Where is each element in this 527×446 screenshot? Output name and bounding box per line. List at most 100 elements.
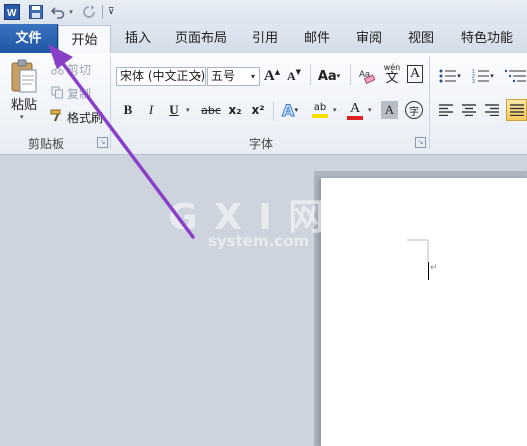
font-name-combo[interactable]: 宋体 (中文正文) ▾ <box>116 67 206 86</box>
align-center-button[interactable] <box>460 101 478 119</box>
clear-formatting-button[interactable]: Aa <box>358 65 376 85</box>
align-right-icon <box>485 104 499 116</box>
copy-button[interactable]: 复制 <box>67 85 91 102</box>
font-color-dropdown-icon[interactable]: ▾ <box>368 106 372 114</box>
bullets-button[interactable]: ▾ <box>437 67 463 85</box>
tab-file[interactable]: 文件 <box>0 24 58 53</box>
chevron-down-icon: ▾ <box>294 106 298 114</box>
chevron-down-icon: ▾ <box>336 72 341 80</box>
character-shading-icon: A <box>384 102 395 117</box>
cut-button[interactable]: 剪切 <box>67 61 91 78</box>
paste-label[interactable]: 粘贴 <box>11 94 37 113</box>
ribbon-tabs: 文件 开始 插入 页面布局 引用 邮件 审阅 视图 特色功能 <box>0 24 527 54</box>
font-inner-divider <box>273 101 274 121</box>
word-icon[interactable]: W <box>3 3 20 20</box>
paste-button[interactable] <box>6 57 42 97</box>
grow-arrow-icon: ▲ <box>274 68 281 76</box>
clipboard-launcher-icon[interactable]: ↘ <box>97 137 108 148</box>
font-size-value: 五号 <box>211 69 236 83</box>
bold-button[interactable]: B <box>120 101 136 119</box>
numbering-icon: 123 <box>472 69 490 83</box>
qat-divider <box>101 3 103 20</box>
enclose-characters-icon: 字 <box>409 106 419 118</box>
chevron-down-icon: ▾ <box>490 72 494 80</box>
grow-font-icon: A <box>263 67 275 84</box>
undo-icon[interactable] <box>50 3 66 20</box>
font-name-value: 宋体 (中文正文) <box>120 69 206 83</box>
strikethrough-icon: abc <box>201 103 221 117</box>
highlight-color-bar <box>312 114 328 118</box>
numbering-button[interactable]: 123 ▾ <box>470 67 496 85</box>
align-left-button[interactable] <box>437 101 455 119</box>
document-page[interactable]: ↵ <box>321 178 527 446</box>
font-color-icon: A <box>349 100 361 116</box>
shrink-arrow-icon: ▼ <box>295 68 302 76</box>
text-effect-button[interactable]: A ▾ <box>279 100 301 120</box>
clipboard-group-label: 剪贴板 <box>28 137 65 151</box>
change-case-button[interactable]: Aa ▾ <box>316 66 342 86</box>
highlight-icon: ab <box>313 102 327 113</box>
align-right-button[interactable] <box>483 101 501 119</box>
redo-icon[interactable] <box>81 3 97 20</box>
paste-dropdown-icon[interactable]: ▾ <box>20 113 24 121</box>
tab-insert[interactable]: 插入 <box>117 24 159 53</box>
subscript-button[interactable]: x₂ <box>226 101 244 119</box>
shrink-font-button[interactable]: A ▼ <box>286 66 302 86</box>
change-case-icon: Aa <box>317 68 337 84</box>
highlight-button[interactable]: ab <box>309 99 331 121</box>
font-size-combo[interactable]: 五号 ▾ <box>207 67 260 86</box>
undo-dropdown-icon[interactable]: ▾ <box>67 3 75 20</box>
font-inner-divider <box>350 65 351 85</box>
margin-marks <box>407 239 429 262</box>
tab-special-features[interactable]: 特色功能 <box>453 24 521 53</box>
underline-dropdown-icon[interactable]: ▾ <box>186 106 190 114</box>
font-group-label: 字体 <box>249 137 274 151</box>
phonetic-guide-char: 文 <box>385 71 399 86</box>
chevron-down-icon[interactable]: ▾ <box>248 68 258 85</box>
text-effect-icon: A <box>282 100 295 120</box>
customize-qat-icon[interactable]: ⊽ <box>106 3 116 20</box>
italic-icon: I <box>148 102 154 117</box>
multilevel-list-button[interactable] <box>503 67 527 85</box>
chevron-down-icon[interactable]: ▾ <box>194 68 204 85</box>
tab-home[interactable]: 开始 <box>58 25 111 54</box>
tab-references[interactable]: 引用 <box>245 24 285 53</box>
chevron-down-icon: ▾ <box>457 72 461 80</box>
ribbon-home: 粘贴 ▾ 剪切 复制 格式刷 剪贴板 ↘ 宋体 (中文正文) ▾ 五号 ▾ A ▲… <box>0 53 527 155</box>
underline-button[interactable]: U <box>166 101 182 119</box>
strikethrough-button[interactable]: abc <box>200 101 222 119</box>
format-painter-icon <box>50 109 64 123</box>
tab-page-layout[interactable]: 页面布局 <box>170 24 232 53</box>
tab-mailings[interactable]: 邮件 <box>297 24 337 53</box>
tab-view[interactable]: 视图 <box>401 24 441 53</box>
italic-button[interactable]: I <box>143 101 159 119</box>
grow-font-button[interactable]: A ▲ <box>264 66 280 86</box>
save-icon[interactable] <box>28 3 44 20</box>
font-inner-divider <box>310 65 311 85</box>
character-border-button[interactable]: A <box>407 65 423 83</box>
tab-review[interactable]: 审阅 <box>349 24 389 53</box>
phonetic-guide-button[interactable]: wén 文 <box>382 63 402 87</box>
group-divider <box>110 57 111 149</box>
enclose-characters-button[interactable]: 字 <box>405 101 423 119</box>
subscript-icon: x₂ <box>228 103 242 117</box>
format-painter-button[interactable]: 格式刷 <box>67 109 105 126</box>
character-shading-button[interactable]: A <box>381 101 398 119</box>
superscript-button[interactable]: x² <box>249 101 267 119</box>
character-border-icon: A <box>409 66 421 81</box>
quick-access-toolbar: W ▾ ⊽ <box>0 0 527 25</box>
svg-text:3: 3 <box>472 79 475 83</box>
font-launcher-icon[interactable]: ↘ <box>415 137 426 148</box>
font-color-button[interactable]: A <box>344 99 366 121</box>
copy-icon <box>50 85 64 99</box>
font-color-bar <box>347 115 363 120</box>
paragraph-mark-icon: ↵ <box>430 263 438 273</box>
watermark-domain: system.com <box>208 232 310 250</box>
superscript-icon: x² <box>251 103 265 117</box>
justify-button[interactable] <box>506 99 527 121</box>
shrink-font-icon: A <box>286 68 296 83</box>
highlight-dropdown-icon[interactable]: ▾ <box>333 106 337 114</box>
multilevel-list-icon <box>504 69 526 83</box>
svg-text:W: W <box>7 8 17 19</box>
group-divider <box>429 57 430 149</box>
